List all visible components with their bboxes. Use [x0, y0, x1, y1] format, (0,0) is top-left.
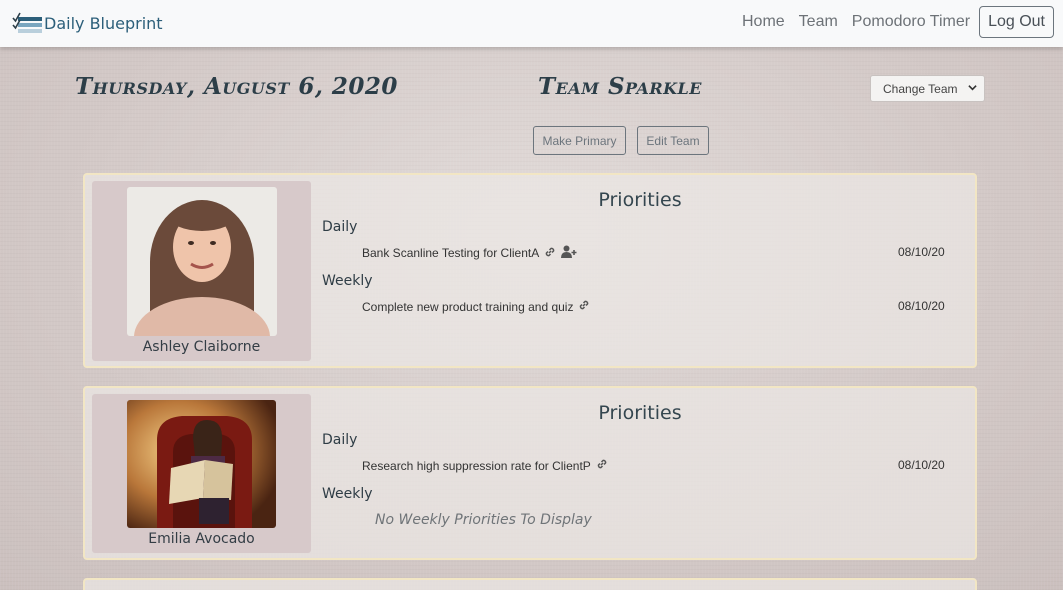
make-primary-button[interactable]: Make Primary [533, 126, 626, 155]
logout-button[interactable]: Log Out [979, 6, 1054, 38]
member-card: Ashley Claiborne Priorities Daily Bank S… [83, 173, 977, 368]
link-icon[interactable] [596, 458, 608, 473]
priority-item[interactable]: Research high suppression rate for Clien… [362, 458, 608, 473]
priorities-heading: Priorities [598, 402, 682, 424]
top-navbar: Daily Blueprint Home Team Pomodoro Timer… [0, 0, 1063, 47]
priority-date: 08/10/20 [898, 458, 945, 472]
priority-item[interactable]: Bank Scanline Testing for ClientA [362, 245, 577, 261]
member-card: Emilia Avocado Priorities Daily Research… [83, 386, 977, 560]
daily-label: Daily [322, 432, 358, 448]
brand-name: Daily Blueprint [44, 13, 163, 33]
link-icon[interactable] [544, 246, 556, 261]
empty-weekly-note: No Weekly Priorities To Display [375, 512, 592, 528]
daily-label: Daily [322, 219, 358, 235]
brand[interactable]: Daily Blueprint [12, 10, 163, 36]
checklist-logo-icon [12, 12, 42, 33]
priority-text: Bank Scanline Testing for ClientA [362, 246, 540, 260]
user-plus-icon[interactable] [561, 245, 577, 261]
current-date: Thursday, August 6, 2020 [75, 73, 398, 100]
member-avatar [127, 400, 276, 528]
chevron-down-icon [968, 85, 977, 91]
priority-date: 08/10/20 [898, 245, 945, 259]
team-name: Team Sparkle [538, 73, 702, 100]
member-name: Ashley Claiborne [142, 339, 261, 355]
member-profile: Emilia Avocado [92, 394, 311, 553]
priority-item[interactable]: Complete new product training and quiz [362, 299, 590, 314]
edit-team-button[interactable]: Edit Team [637, 126, 709, 155]
priorities-heading: Priorities [598, 189, 682, 211]
priority-text: Research high suppression rate for Clien… [362, 458, 591, 473]
priority-date: 08/10/20 [898, 299, 945, 313]
priority-text: Complete new product training and quiz [362, 299, 574, 314]
change-team-select[interactable]: Change Team [870, 75, 985, 102]
nav-team[interactable]: Team [799, 13, 838, 31]
member-avatar [127, 187, 277, 336]
member-card [83, 578, 977, 590]
nav-pomodoro-timer[interactable]: Pomodoro Timer [852, 13, 970, 31]
member-name: Emilia Avocado [148, 531, 255, 547]
weekly-label: Weekly [322, 486, 373, 502]
nav-links: Home Team Pomodoro Timer Log Out [728, 6, 1054, 38]
nav-home[interactable]: Home [742, 13, 785, 31]
weekly-label: Weekly [322, 273, 373, 289]
change-team-select-value: Change Team [883, 81, 958, 96]
link-icon[interactable] [578, 299, 590, 314]
member-profile: Ashley Claiborne [92, 181, 311, 361]
